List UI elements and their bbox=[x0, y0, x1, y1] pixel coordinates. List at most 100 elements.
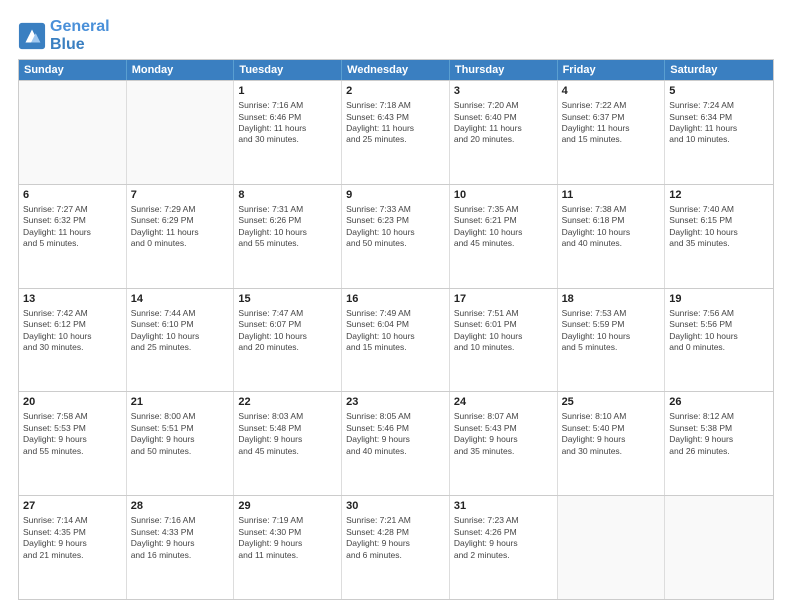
day-cell-21: 21Sunrise: 8:00 AMSunset: 5:51 PMDayligh… bbox=[127, 392, 235, 495]
calendar: SundayMondayTuesdayWednesdayThursdayFrid… bbox=[18, 59, 774, 600]
day-content: Sunrise: 7:42 AMSunset: 6:12 PMDaylight:… bbox=[23, 308, 122, 354]
day-content: Sunrise: 7:58 AMSunset: 5:53 PMDaylight:… bbox=[23, 411, 122, 457]
day-content: Sunrise: 7:27 AMSunset: 6:32 PMDaylight:… bbox=[23, 204, 122, 250]
calendar-row-1: 1Sunrise: 7:16 AMSunset: 6:46 PMDaylight… bbox=[19, 80, 773, 184]
empty-cell bbox=[558, 496, 666, 599]
day-cell-30: 30Sunrise: 7:21 AMSunset: 4:28 PMDayligh… bbox=[342, 496, 450, 599]
day-content: Sunrise: 7:14 AMSunset: 4:35 PMDaylight:… bbox=[23, 515, 122, 561]
day-cell-25: 25Sunrise: 8:10 AMSunset: 5:40 PMDayligh… bbox=[558, 392, 666, 495]
header-day-monday: Monday bbox=[127, 60, 235, 80]
day-cell-20: 20Sunrise: 7:58 AMSunset: 5:53 PMDayligh… bbox=[19, 392, 127, 495]
day-content: Sunrise: 7:23 AMSunset: 4:26 PMDaylight:… bbox=[454, 515, 553, 561]
day-number: 2 bbox=[346, 84, 445, 99]
day-number: 31 bbox=[454, 499, 553, 514]
header-day-tuesday: Tuesday bbox=[234, 60, 342, 80]
day-content: Sunrise: 7:16 AMSunset: 4:33 PMDaylight:… bbox=[131, 515, 230, 561]
calendar-row-2: 6Sunrise: 7:27 AMSunset: 6:32 PMDaylight… bbox=[19, 184, 773, 288]
day-cell-12: 12Sunrise: 7:40 AMSunset: 6:15 PMDayligh… bbox=[665, 185, 773, 288]
day-cell-28: 28Sunrise: 7:16 AMSunset: 4:33 PMDayligh… bbox=[127, 496, 235, 599]
day-content: Sunrise: 7:31 AMSunset: 6:26 PMDaylight:… bbox=[238, 204, 337, 250]
empty-cell bbox=[19, 81, 127, 184]
header-day-wednesday: Wednesday bbox=[342, 60, 450, 80]
day-number: 14 bbox=[131, 292, 230, 307]
header-day-saturday: Saturday bbox=[665, 60, 773, 80]
header: General Blue bbox=[18, 18, 774, 53]
day-content: Sunrise: 7:18 AMSunset: 6:43 PMDaylight:… bbox=[346, 100, 445, 146]
day-cell-14: 14Sunrise: 7:44 AMSunset: 6:10 PMDayligh… bbox=[127, 289, 235, 392]
day-number: 17 bbox=[454, 292, 553, 307]
day-cell-16: 16Sunrise: 7:49 AMSunset: 6:04 PMDayligh… bbox=[342, 289, 450, 392]
day-cell-22: 22Sunrise: 8:03 AMSunset: 5:48 PMDayligh… bbox=[234, 392, 342, 495]
day-number: 16 bbox=[346, 292, 445, 307]
day-number: 24 bbox=[454, 395, 553, 410]
day-number: 30 bbox=[346, 499, 445, 514]
day-cell-3: 3Sunrise: 7:20 AMSunset: 6:40 PMDaylight… bbox=[450, 81, 558, 184]
logo-text: General Blue bbox=[50, 18, 110, 53]
logo-icon bbox=[18, 22, 46, 50]
day-cell-1: 1Sunrise: 7:16 AMSunset: 6:46 PMDaylight… bbox=[234, 81, 342, 184]
day-number: 25 bbox=[562, 395, 661, 410]
day-cell-13: 13Sunrise: 7:42 AMSunset: 6:12 PMDayligh… bbox=[19, 289, 127, 392]
day-number: 3 bbox=[454, 84, 553, 99]
day-number: 29 bbox=[238, 499, 337, 514]
day-cell-11: 11Sunrise: 7:38 AMSunset: 6:18 PMDayligh… bbox=[558, 185, 666, 288]
day-number: 19 bbox=[669, 292, 769, 307]
calendar-body: 1Sunrise: 7:16 AMSunset: 6:46 PMDaylight… bbox=[19, 80, 773, 599]
day-number: 15 bbox=[238, 292, 337, 307]
day-cell-6: 6Sunrise: 7:27 AMSunset: 6:32 PMDaylight… bbox=[19, 185, 127, 288]
day-cell-26: 26Sunrise: 8:12 AMSunset: 5:38 PMDayligh… bbox=[665, 392, 773, 495]
day-content: Sunrise: 8:07 AMSunset: 5:43 PMDaylight:… bbox=[454, 411, 553, 457]
day-cell-23: 23Sunrise: 8:05 AMSunset: 5:46 PMDayligh… bbox=[342, 392, 450, 495]
day-content: Sunrise: 8:00 AMSunset: 5:51 PMDaylight:… bbox=[131, 411, 230, 457]
day-cell-2: 2Sunrise: 7:18 AMSunset: 6:43 PMDaylight… bbox=[342, 81, 450, 184]
day-content: Sunrise: 7:35 AMSunset: 6:21 PMDaylight:… bbox=[454, 204, 553, 250]
day-cell-27: 27Sunrise: 7:14 AMSunset: 4:35 PMDayligh… bbox=[19, 496, 127, 599]
day-cell-8: 8Sunrise: 7:31 AMSunset: 6:26 PMDaylight… bbox=[234, 185, 342, 288]
day-cell-5: 5Sunrise: 7:24 AMSunset: 6:34 PMDaylight… bbox=[665, 81, 773, 184]
day-number: 6 bbox=[23, 188, 122, 203]
day-cell-24: 24Sunrise: 8:07 AMSunset: 5:43 PMDayligh… bbox=[450, 392, 558, 495]
day-cell-4: 4Sunrise: 7:22 AMSunset: 6:37 PMDaylight… bbox=[558, 81, 666, 184]
day-content: Sunrise: 7:47 AMSunset: 6:07 PMDaylight:… bbox=[238, 308, 337, 354]
day-number: 28 bbox=[131, 499, 230, 514]
day-cell-31: 31Sunrise: 7:23 AMSunset: 4:26 PMDayligh… bbox=[450, 496, 558, 599]
day-number: 21 bbox=[131, 395, 230, 410]
day-number: 13 bbox=[23, 292, 122, 307]
day-number: 22 bbox=[238, 395, 337, 410]
day-content: Sunrise: 7:29 AMSunset: 6:29 PMDaylight:… bbox=[131, 204, 230, 250]
day-content: Sunrise: 7:22 AMSunset: 6:37 PMDaylight:… bbox=[562, 100, 661, 146]
day-content: Sunrise: 8:03 AMSunset: 5:48 PMDaylight:… bbox=[238, 411, 337, 457]
empty-cell bbox=[127, 81, 235, 184]
day-number: 18 bbox=[562, 292, 661, 307]
day-content: Sunrise: 7:51 AMSunset: 6:01 PMDaylight:… bbox=[454, 308, 553, 354]
day-number: 9 bbox=[346, 188, 445, 203]
day-number: 4 bbox=[562, 84, 661, 99]
day-cell-18: 18Sunrise: 7:53 AMSunset: 5:59 PMDayligh… bbox=[558, 289, 666, 392]
day-number: 26 bbox=[669, 395, 769, 410]
day-content: Sunrise: 7:21 AMSunset: 4:28 PMDaylight:… bbox=[346, 515, 445, 561]
day-cell-15: 15Sunrise: 7:47 AMSunset: 6:07 PMDayligh… bbox=[234, 289, 342, 392]
day-cell-29: 29Sunrise: 7:19 AMSunset: 4:30 PMDayligh… bbox=[234, 496, 342, 599]
calendar-row-5: 27Sunrise: 7:14 AMSunset: 4:35 PMDayligh… bbox=[19, 495, 773, 599]
day-content: Sunrise: 7:38 AMSunset: 6:18 PMDaylight:… bbox=[562, 204, 661, 250]
day-cell-19: 19Sunrise: 7:56 AMSunset: 5:56 PMDayligh… bbox=[665, 289, 773, 392]
day-cell-9: 9Sunrise: 7:33 AMSunset: 6:23 PMDaylight… bbox=[342, 185, 450, 288]
day-content: Sunrise: 7:49 AMSunset: 6:04 PMDaylight:… bbox=[346, 308, 445, 354]
day-content: Sunrise: 7:20 AMSunset: 6:40 PMDaylight:… bbox=[454, 100, 553, 146]
day-number: 5 bbox=[669, 84, 769, 99]
day-number: 23 bbox=[346, 395, 445, 410]
day-content: Sunrise: 8:05 AMSunset: 5:46 PMDaylight:… bbox=[346, 411, 445, 457]
header-day-sunday: Sunday bbox=[19, 60, 127, 80]
day-number: 10 bbox=[454, 188, 553, 203]
day-content: Sunrise: 7:44 AMSunset: 6:10 PMDaylight:… bbox=[131, 308, 230, 354]
day-number: 7 bbox=[131, 188, 230, 203]
page: General Blue SundayMondayTuesdayWednesda… bbox=[0, 0, 792, 612]
day-cell-7: 7Sunrise: 7:29 AMSunset: 6:29 PMDaylight… bbox=[127, 185, 235, 288]
day-content: Sunrise: 7:53 AMSunset: 5:59 PMDaylight:… bbox=[562, 308, 661, 354]
day-number: 27 bbox=[23, 499, 122, 514]
day-number: 8 bbox=[238, 188, 337, 203]
day-content: Sunrise: 7:56 AMSunset: 5:56 PMDaylight:… bbox=[669, 308, 769, 354]
day-content: Sunrise: 7:24 AMSunset: 6:34 PMDaylight:… bbox=[669, 100, 769, 146]
day-number: 11 bbox=[562, 188, 661, 203]
day-content: Sunrise: 7:40 AMSunset: 6:15 PMDaylight:… bbox=[669, 204, 769, 250]
